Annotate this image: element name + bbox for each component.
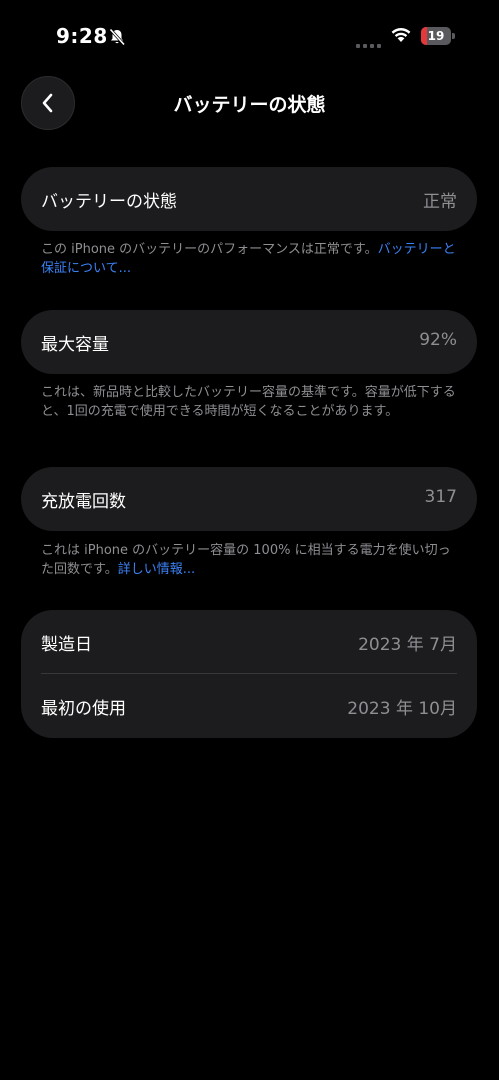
- maximum-capacity-value: 92%: [419, 330, 457, 350]
- battery-health-value: 正常: [423, 192, 457, 212]
- maximum-capacity-card: 最大容量 92%: [21, 310, 477, 374]
- cycle-count-value: 317: [424, 487, 457, 507]
- maximum-capacity-description: これは、新品時と比較したバッテリー容量の基準です。容量が低下すると、1回の充電で…: [41, 385, 456, 419]
- maximum-capacity-label: 最大容量: [41, 335, 109, 355]
- maximum-capacity-row: 最大容量 92%: [21, 310, 477, 374]
- first-use-label: 最初の使用: [41, 699, 126, 719]
- cycle-count-description: これは iPhone のバッテリー容量の 100% に相当する電力を使い切った回…: [41, 543, 451, 577]
- battery-health-footnote: この iPhone のバッテリーのパフォーマンスは正常です。バッテリーと保証につ…: [41, 240, 461, 278]
- manufacture-date-row: 製造日 2023 年 7月: [21, 610, 477, 674]
- battery-health-label: バッテリーの状態: [41, 192, 177, 212]
- status-bar: 9:28 19: [0, 22, 499, 54]
- first-use-value: 2023 年 10月: [347, 699, 457, 719]
- manufacture-date-label: 製造日: [41, 635, 92, 655]
- status-time: 9:28: [56, 24, 108, 48]
- cycle-count-card: 充放電回数 317: [21, 467, 477, 531]
- battery-health-row: バッテリーの状態 正常: [21, 167, 477, 231]
- battery-health-card: バッテリーの状態 正常: [21, 167, 477, 231]
- cellular-signal-icon: [356, 34, 382, 48]
- bell-slash-icon: [108, 28, 126, 46]
- cycle-count-row: 充放電回数 317: [21, 467, 477, 531]
- battery-level: 19: [427, 29, 445, 43]
- battery-icon: 19: [421, 27, 455, 45]
- page-title: バッテリーの状態: [173, 94, 326, 116]
- cycle-count-footnote: これは iPhone のバッテリー容量の 100% に相当する電力を使い切った回…: [41, 541, 461, 579]
- cycle-count-label: 充放電回数: [41, 492, 126, 512]
- dates-card: 製造日 2023 年 7月 最初の使用 2023 年 10月: [21, 610, 477, 738]
- wifi-icon: [390, 26, 412, 44]
- first-use-row: 最初の使用 2023 年 10月: [21, 674, 477, 738]
- battery-health-description: この iPhone のバッテリーのパフォーマンスは正常です。: [41, 242, 378, 257]
- maximum-capacity-footnote: これは、新品時と比較したバッテリー容量の基準です。容量が低下すると、1回の充電で…: [41, 383, 461, 421]
- manufacture-date-value: 2023 年 7月: [358, 635, 457, 655]
- learn-more-link[interactable]: 詳しい情報...: [118, 562, 195, 577]
